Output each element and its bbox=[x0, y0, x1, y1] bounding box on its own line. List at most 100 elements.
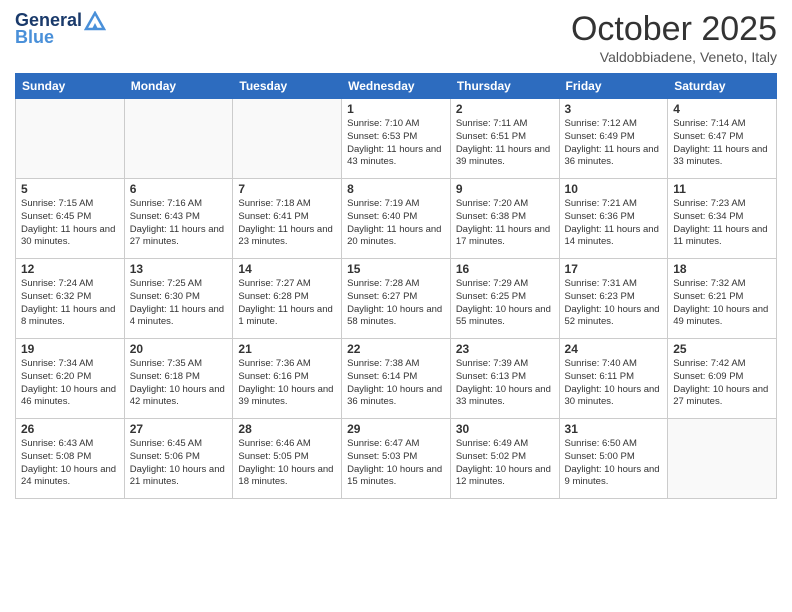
day-info: Sunrise: 7:31 AM Sunset: 6:23 PM Dayligh… bbox=[565, 278, 663, 329]
calendar-cell: 22Sunrise: 7:38 AM Sunset: 6:14 PM Dayli… bbox=[342, 339, 451, 419]
day-number: 2 bbox=[456, 102, 554, 116]
day-number: 25 bbox=[673, 342, 771, 356]
day-header-wednesday: Wednesday bbox=[342, 74, 451, 99]
calendar-cell: 10 Sunrise: 7:21 AM Sunset: 6:36 PM Dayli… bbox=[559, 179, 668, 259]
day-number: 18 bbox=[673, 262, 771, 276]
week-row-3: 12 Sunrise: 7:24 AM Sunset: 6:32 PM Dayli… bbox=[16, 259, 777, 339]
day-info: Sunrise: 7:24 AM Sunset: 6:32 PM Dayligh… bbox=[21, 278, 119, 329]
day-number: 14 bbox=[238, 262, 336, 276]
day-info: Sunrise: 6:50 AM Sunset: 5:00 PM Dayligh… bbox=[565, 438, 663, 489]
calendar-cell: 4Sunrise: 7:14 AM Sunset: 6:47 PM Daylig… bbox=[668, 99, 777, 179]
day-number: 11 bbox=[673, 182, 771, 196]
day-number: 26 bbox=[21, 422, 119, 436]
calendar-cell: 11Sunrise: 7:23 AM Sunset: 6:34 PM Dayli… bbox=[668, 179, 777, 259]
day-number: 3 bbox=[565, 102, 663, 116]
day-info: Sunrise: 6:49 AM Sunset: 5:02 PM Dayligh… bbox=[456, 438, 554, 489]
calendar-cell: 25 Sunrise: 7:42 AM Sunset: 6:09 PM Dayli… bbox=[668, 339, 777, 419]
calendar-cell: 17 Sunrise: 7:31 AM Sunset: 6:23 PM Dayli… bbox=[559, 259, 668, 339]
day-header-saturday: Saturday bbox=[668, 74, 777, 99]
day-info: Sunrise: 6:43 AM Sunset: 5:08 PM Dayligh… bbox=[21, 438, 119, 489]
day-header-tuesday: Tuesday bbox=[233, 74, 342, 99]
day-info: Sunrise: 7:18 AM Sunset: 6:41 PM Dayligh… bbox=[238, 198, 336, 249]
days-header-row: SundayMondayTuesdayWednesdayThursdayFrid… bbox=[16, 74, 777, 99]
day-number: 13 bbox=[130, 262, 228, 276]
calendar-cell: 21 Sunrise: 7:36 AM Sunset: 6:16 PM Dayli… bbox=[233, 339, 342, 419]
calendar-cell bbox=[668, 419, 777, 499]
day-number: 23 bbox=[456, 342, 554, 356]
day-info: Sunrise: 7:32 AM Sunset: 6:21 PM Dayligh… bbox=[673, 278, 771, 329]
title-block: October 2025 Valdobbiadene, Veneto, Ital… bbox=[571, 10, 777, 65]
day-info: Sunrise: 7:35 AM Sunset: 6:18 PM Dayligh… bbox=[130, 358, 228, 409]
day-info: Sunrise: 7:34 AM Sunset: 6:20 PM Dayligh… bbox=[21, 358, 119, 409]
day-number: 1 bbox=[347, 102, 445, 116]
week-row-5: 26 Sunrise: 6:43 AM Sunset: 5:08 PM Dayli… bbox=[16, 419, 777, 499]
day-info: Sunrise: 7:11 AM Sunset: 6:51 PM Dayligh… bbox=[456, 118, 554, 169]
day-number: 30 bbox=[456, 422, 554, 436]
calendar-cell: 3 Sunrise: 7:12 AM Sunset: 6:49 PM Daylig… bbox=[559, 99, 668, 179]
day-info: Sunrise: 7:27 AM Sunset: 6:28 PM Dayligh… bbox=[238, 278, 336, 329]
day-number: 31 bbox=[565, 422, 663, 436]
day-info: Sunrise: 6:47 AM Sunset: 5:03 PM Dayligh… bbox=[347, 438, 445, 489]
week-row-4: 19 Sunrise: 7:34 AM Sunset: 6:20 PM Dayli… bbox=[16, 339, 777, 419]
calendar-cell: 24Sunrise: 7:40 AM Sunset: 6:11 PM Dayli… bbox=[559, 339, 668, 419]
calendar-cell: 16 Sunrise: 7:29 AM Sunset: 6:25 PM Dayli… bbox=[450, 259, 559, 339]
calendar-cell: 2 Sunrise: 7:11 AM Sunset: 6:51 PM Daylig… bbox=[450, 99, 559, 179]
calendar-cell: 26 Sunrise: 6:43 AM Sunset: 5:08 PM Dayli… bbox=[16, 419, 125, 499]
calendar-cell: 7 Sunrise: 7:18 AM Sunset: 6:41 PM Daylig… bbox=[233, 179, 342, 259]
day-number: 17 bbox=[565, 262, 663, 276]
day-info: Sunrise: 7:39 AM Sunset: 6:13 PM Dayligh… bbox=[456, 358, 554, 409]
logo-icon bbox=[84, 11, 106, 31]
day-number: 7 bbox=[238, 182, 336, 196]
calendar-cell: 8Sunrise: 7:19 AM Sunset: 6:40 PM Daylig… bbox=[342, 179, 451, 259]
day-info: Sunrise: 7:36 AM Sunset: 6:16 PM Dayligh… bbox=[238, 358, 336, 409]
day-header-sunday: Sunday bbox=[16, 74, 125, 99]
day-number: 21 bbox=[238, 342, 336, 356]
calendar-cell bbox=[16, 99, 125, 179]
day-header-thursday: Thursday bbox=[450, 74, 559, 99]
day-info: Sunrise: 7:28 AM Sunset: 6:27 PM Dayligh… bbox=[347, 278, 445, 329]
logo: General Blue bbox=[15, 10, 106, 48]
calendar-cell: 5 Sunrise: 7:15 AM Sunset: 6:45 PM Daylig… bbox=[16, 179, 125, 259]
day-number: 15 bbox=[347, 262, 445, 276]
calendar-cell: 29 Sunrise: 6:47 AM Sunset: 5:03 PM Dayli… bbox=[342, 419, 451, 499]
month-title: October 2025 bbox=[571, 10, 777, 49]
day-number: 19 bbox=[21, 342, 119, 356]
day-info: Sunrise: 7:25 AM Sunset: 6:30 PM Dayligh… bbox=[130, 278, 228, 329]
day-number: 12 bbox=[21, 262, 119, 276]
calendar-cell: 18 Sunrise: 7:32 AM Sunset: 6:21 PM Dayli… bbox=[668, 259, 777, 339]
day-number: 16 bbox=[456, 262, 554, 276]
calendar-cell bbox=[233, 99, 342, 179]
day-info: Sunrise: 7:12 AM Sunset: 6:49 PM Dayligh… bbox=[565, 118, 663, 169]
calendar-cell: 19 Sunrise: 7:34 AM Sunset: 6:20 PM Dayli… bbox=[16, 339, 125, 419]
day-info: Sunrise: 7:21 AM Sunset: 6:36 PM Dayligh… bbox=[565, 198, 663, 249]
calendar-table: SundayMondayTuesdayWednesdayThursdayFrid… bbox=[15, 73, 777, 499]
day-info: Sunrise: 7:20 AM Sunset: 6:38 PM Dayligh… bbox=[456, 198, 554, 249]
calendar-cell: 27Sunrise: 6:45 AM Sunset: 5:06 PM Dayli… bbox=[124, 419, 233, 499]
week-row-1: 1Sunrise: 7:10 AM Sunset: 6:53 PM Daylig… bbox=[16, 99, 777, 179]
location: Valdobbiadene, Veneto, Italy bbox=[571, 49, 777, 65]
day-info: Sunrise: 7:14 AM Sunset: 6:47 PM Dayligh… bbox=[673, 118, 771, 169]
day-header-monday: Monday bbox=[124, 74, 233, 99]
day-number: 5 bbox=[21, 182, 119, 196]
day-info: Sunrise: 7:42 AM Sunset: 6:09 PM Dayligh… bbox=[673, 358, 771, 409]
calendar-cell bbox=[124, 99, 233, 179]
day-header-friday: Friday bbox=[559, 74, 668, 99]
calendar-cell: 28Sunrise: 6:46 AM Sunset: 5:05 PM Dayli… bbox=[233, 419, 342, 499]
day-number: 6 bbox=[130, 182, 228, 196]
day-number: 29 bbox=[347, 422, 445, 436]
day-number: 9 bbox=[456, 182, 554, 196]
day-info: Sunrise: 7:40 AM Sunset: 6:11 PM Dayligh… bbox=[565, 358, 663, 409]
calendar-cell: 20 Sunrise: 7:35 AM Sunset: 6:18 PM Dayli… bbox=[124, 339, 233, 419]
day-number: 8 bbox=[347, 182, 445, 196]
day-number: 20 bbox=[130, 342, 228, 356]
day-info: Sunrise: 7:29 AM Sunset: 6:25 PM Dayligh… bbox=[456, 278, 554, 329]
calendar-cell: 15 Sunrise: 7:28 AM Sunset: 6:27 PM Dayli… bbox=[342, 259, 451, 339]
day-info: Sunrise: 7:16 AM Sunset: 6:43 PM Dayligh… bbox=[130, 198, 228, 249]
calendar-cell: 1Sunrise: 7:10 AM Sunset: 6:53 PM Daylig… bbox=[342, 99, 451, 179]
header: General Blue October 2025 Valdobbiadene,… bbox=[15, 10, 777, 65]
day-info: Sunrise: 7:15 AM Sunset: 6:45 PM Dayligh… bbox=[21, 198, 119, 249]
day-info: Sunrise: 6:45 AM Sunset: 5:06 PM Dayligh… bbox=[130, 438, 228, 489]
calendar-cell: 9 Sunrise: 7:20 AM Sunset: 6:38 PM Daylig… bbox=[450, 179, 559, 259]
day-number: 10 bbox=[565, 182, 663, 196]
calendar-cell: 12 Sunrise: 7:24 AM Sunset: 6:32 PM Dayli… bbox=[16, 259, 125, 339]
